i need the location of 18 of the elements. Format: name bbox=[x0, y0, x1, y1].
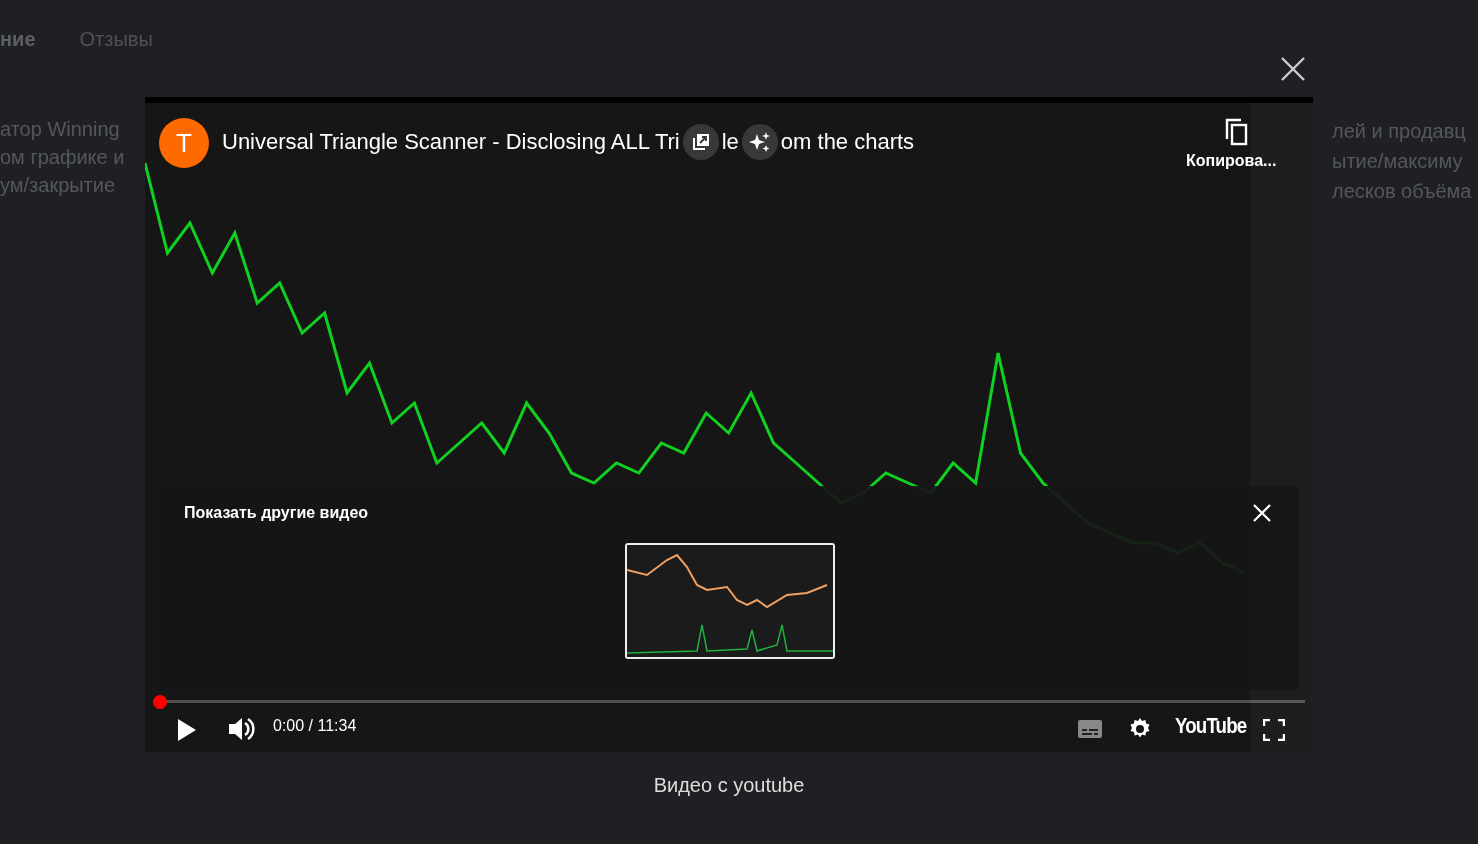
background-text: ум/закрытие bbox=[0, 174, 117, 197]
background-text: лесков объёма bbox=[1332, 180, 1472, 203]
video-title[interactable]: Universal Triangle Scanner - Disclosing ALL Tri bbox=[222, 129, 680, 155]
time-display: 0:00 / 11:34 bbox=[273, 717, 357, 735]
copy-link-label[interactable]: Копирова... bbox=[1186, 152, 1277, 170]
video-title[interactable]: le bbox=[721, 129, 739, 155]
youtube-logo[interactable]: YouTube bbox=[1175, 713, 1247, 739]
background-text: ытие/максиму bbox=[1332, 150, 1464, 173]
background-text: атор Winning bbox=[0, 118, 121, 141]
background-tab-label: ние bbox=[0, 28, 36, 51]
background-text: ом графике и bbox=[0, 146, 125, 169]
video-title[interactable]: om the charts bbox=[780, 129, 915, 155]
background-text: лей и продавц bbox=[1332, 120, 1467, 143]
video-thumbnail[interactable] bbox=[625, 543, 835, 659]
lightbox-caption: Видео с youtube bbox=[653, 774, 805, 797]
fullscreen-icon[interactable] bbox=[1263, 719, 1285, 744]
more-videos-title: Показать другие видео bbox=[184, 504, 369, 522]
close-icon[interactable] bbox=[1280, 56, 1306, 82]
